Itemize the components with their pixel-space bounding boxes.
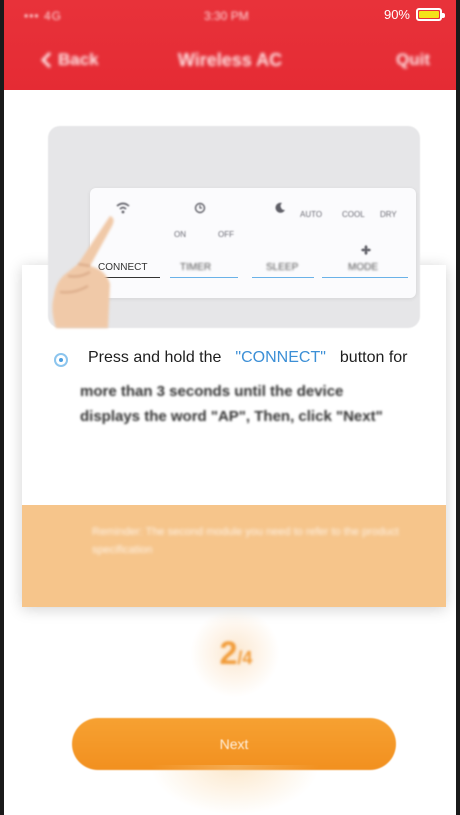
timer-underline [170, 277, 238, 278]
step-progress: 2/4 [196, 635, 276, 672]
instruction-continuation: more than 3 seconds until the device dis… [80, 383, 383, 425]
instruction-suffix: button for [339, 349, 408, 366]
instruction-prefix: Press and hold the [88, 349, 222, 366]
notice-text: Reminder: The second module you need to … [92, 526, 399, 556]
off-text: OFF [218, 230, 234, 239]
instruction-line: Press and hold the "CONNECT" button for [88, 349, 408, 367]
sleep-icon [274, 202, 286, 217]
bottom-glow [150, 765, 320, 815]
instruction-highlight: "CONNECT" [235, 349, 326, 366]
next-button[interactable]: Next [72, 718, 396, 770]
page-title: Wireless AC [177, 50, 283, 70]
timer-label: TIMER [180, 262, 212, 273]
wifi-icon [116, 202, 130, 217]
cool-text: COOL [342, 210, 365, 219]
auto-text: AUTO [300, 210, 323, 219]
header-bar: ••• 4G 3:30 PM 90% Back Wireless AC Quit [4, 0, 456, 90]
battery-percent: 90% [383, 7, 410, 22]
quit-button[interactable]: Quit [396, 50, 430, 70]
step-number: 2 [219, 635, 238, 671]
notice-bar: Reminder: The second module you need to … [22, 505, 446, 607]
battery-icon [416, 8, 445, 21]
timer-icon [194, 202, 206, 217]
dry-text: DRY [380, 210, 397, 219]
on-text: ON [174, 230, 186, 239]
hand-pointer-image [52, 216, 114, 328]
mode-label: MODE [348, 262, 378, 273]
status-bar-right: 90% [4, 0, 456, 34]
radio-icon[interactable] [54, 353, 68, 367]
step-total: /4 [237, 648, 253, 668]
fan-icon [360, 244, 372, 259]
sleep-underline [252, 277, 314, 278]
sleep-label: SLEEP [266, 262, 299, 273]
remote-panel: ON OFF AUTO COOL DRY CONNECT TIMER SLEEP… [90, 188, 416, 298]
mode-underline [322, 277, 408, 278]
nav-bar: Back Wireless AC Quit [4, 36, 456, 86]
